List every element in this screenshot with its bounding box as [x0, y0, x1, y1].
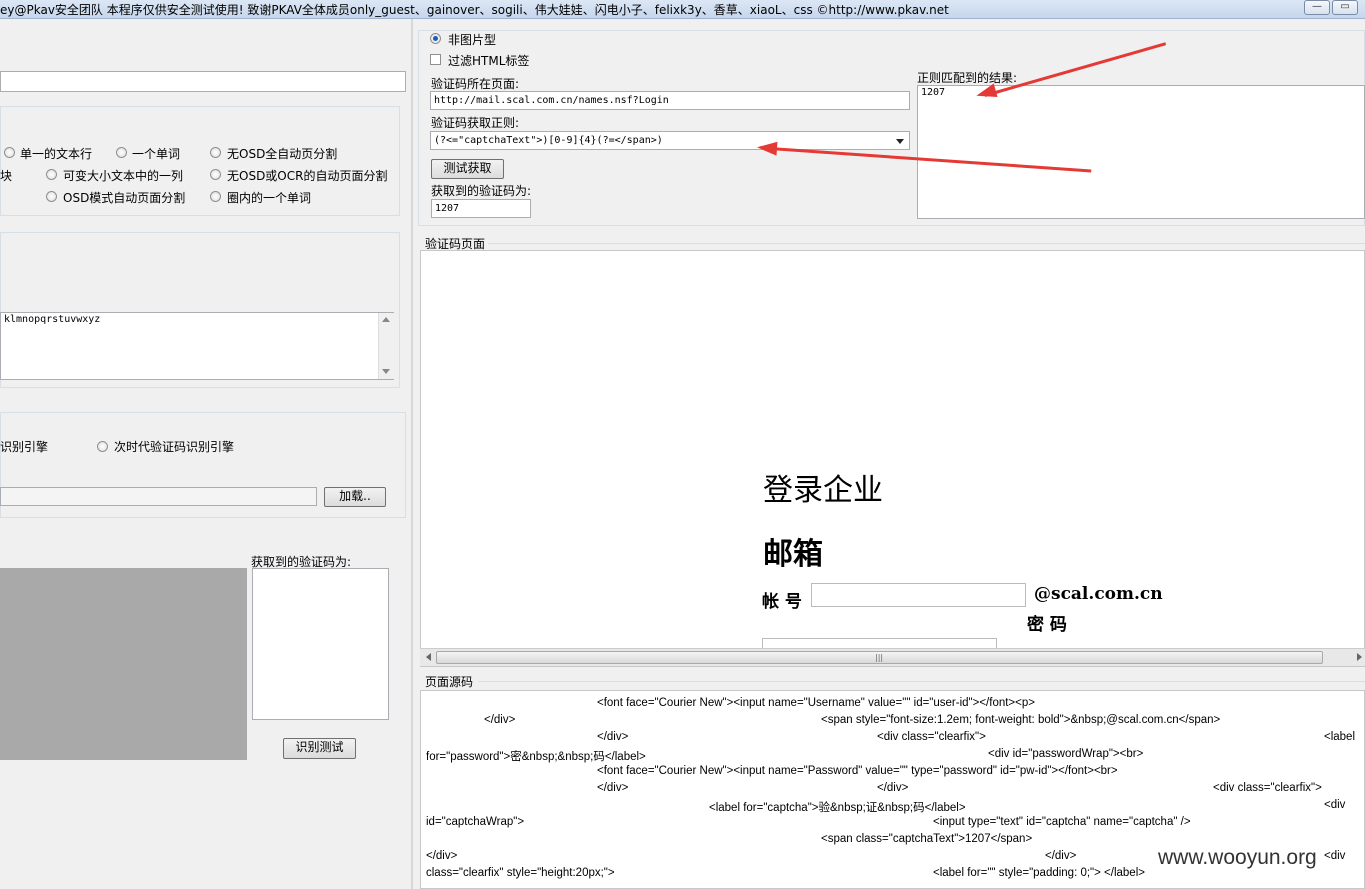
- match-result-label: 正则匹配到的结果:: [917, 71, 1018, 85]
- radio-column[interactable]: [46, 169, 57, 180]
- minimize-button[interactable]: —: [1304, 0, 1330, 15]
- radio-label: 一个单词: [132, 147, 181, 161]
- charset-text: klmnopqrstuvwxyz: [4, 314, 101, 325]
- regex-value: (?<="captchaText">)[0-9]{4}(?=</span>): [434, 135, 663, 146]
- source-line: <input type="text" id="captcha" name="ca…: [933, 816, 1191, 828]
- non-image-label: 非图片型: [448, 33, 497, 47]
- chevron-down-icon[interactable]: [896, 139, 904, 144]
- left-top-input[interactable]: [0, 71, 406, 92]
- radio-label: 块: [0, 169, 13, 183]
- mailbox-heading: 邮箱: [763, 537, 823, 572]
- source-line: </div>: [426, 850, 458, 862]
- source-line: for="password">密&nbsp;&nbsp;码</label>: [426, 751, 646, 763]
- section-rule: [478, 681, 1365, 682]
- radio-label: 无OSD全自动页分割: [227, 147, 338, 161]
- maximize-button[interactable]: ▭: [1332, 0, 1358, 15]
- page-url-label: 验证码所在页面:: [431, 77, 520, 91]
- radio-label: 圈内的一个单词: [227, 191, 312, 205]
- match-result-textarea[interactable]: 1207: [917, 85, 1365, 219]
- account-label: 帐 号: [762, 592, 802, 612]
- radio-single-line[interactable]: [4, 147, 15, 158]
- login-heading: 登录企业: [763, 473, 883, 508]
- test-fetch-button[interactable]: 测试获取: [431, 159, 504, 179]
- source-line: </div>: [877, 782, 909, 794]
- page-url-input[interactable]: http://mail.scal.com.cn/names.nsf?Login: [430, 91, 910, 110]
- window-title: ey@Pkav安全团队 本程序仅供安全测试使用! 致谢PKAV全体成员only_…: [0, 3, 949, 17]
- source-line: <font face="Courier New"><input name="Us…: [597, 697, 1035, 709]
- radio-circled-word[interactable]: [210, 191, 221, 202]
- engine-path-input[interactable]: [0, 487, 317, 506]
- regex-combobox[interactable]: (?<="captchaText">)[0-9]{4}(?=</span>): [430, 131, 910, 150]
- radio-label: 无OSD或OCR的自动页面分割: [227, 169, 388, 183]
- section-rule: [488, 243, 1365, 244]
- radio-label: 单一的文本行: [20, 147, 93, 161]
- source-line: <label for="captcha">验&nbsp;证&nbsp;码</la…: [709, 802, 966, 814]
- watermark: www.wooyun.org: [1158, 846, 1317, 869]
- captcha-page-browser[interactable]: 登录企业 邮箱 帐 号 @scal.com.cn 密 码 验 证 码: [420, 250, 1365, 667]
- radio-single-word[interactable]: [116, 147, 127, 158]
- non-image-radio[interactable]: [430, 33, 441, 44]
- scroll-right-icon[interactable]: [1357, 653, 1362, 661]
- recognize-test-button[interactable]: 识别测试: [283, 738, 356, 759]
- source-line: <font face="Courier New"><input name="Pa…: [597, 765, 1118, 777]
- splitter[interactable]: [411, 19, 413, 889]
- account-input[interactable]: [811, 583, 1026, 607]
- engine-label: 识别引擎: [0, 440, 49, 454]
- radio-label: OSD模式自动页面分割: [63, 191, 186, 205]
- source-line: <label: [1324, 731, 1356, 743]
- filter-html-label: 过滤HTML标签: [448, 54, 530, 68]
- captcha-preview: [0, 568, 247, 760]
- match-result-value: 1207: [921, 87, 946, 98]
- source-line: <div class="clearfix">: [877, 731, 986, 743]
- source-line: <div class="clearfix">: [1213, 782, 1322, 794]
- source-line: <label for="" style="padding: 0;"> </lab…: [933, 867, 1145, 879]
- source-line: <span style="font-size:1.2em; font-weigh…: [821, 714, 1221, 726]
- filter-html-checkbox[interactable]: [430, 54, 441, 65]
- source-section-label: 页面源码: [425, 675, 474, 689]
- source-line: <div id="passwordWrap"><br>: [988, 748, 1144, 760]
- charset-scrollbar[interactable]: [378, 313, 394, 379]
- scroll-left-icon[interactable]: [426, 653, 431, 661]
- source-line: <span class="captchaText">1207</span>: [821, 833, 1033, 845]
- source-line: id="captchaWrap">: [426, 816, 525, 828]
- recognized-textarea[interactable]: [252, 568, 389, 720]
- title-bar: ey@Pkav安全团队 本程序仅供安全测试使用! 致谢PKAV全体成员only_…: [0, 0, 1365, 19]
- source-line: </div>: [597, 782, 629, 794]
- scroll-up-icon[interactable]: [382, 317, 390, 322]
- radio-next-gen-engine[interactable]: [97, 441, 108, 452]
- radio-label: 可变大小文本中的一列: [63, 169, 184, 183]
- horizontal-scrollbar[interactable]: |||: [420, 648, 1365, 666]
- load-button[interactable]: 加载..: [324, 487, 386, 507]
- regex-label: 验证码获取正则:: [431, 116, 520, 130]
- scroll-thumb[interactable]: |||: [436, 651, 1323, 664]
- source-line: <div: [1324, 799, 1346, 811]
- source-line: class="clearfix" style="height:20px;">: [426, 867, 615, 879]
- scroll-down-icon[interactable]: [382, 369, 390, 374]
- grip-icon: |||: [875, 653, 884, 662]
- radio-no-osd-ocr[interactable]: [210, 169, 221, 180]
- source-line: <div: [1324, 850, 1346, 862]
- password-label: 密 码: [1027, 615, 1067, 635]
- domain-suffix: @scal.com.cn: [1034, 584, 1163, 604]
- radio-no-osd-auto[interactable]: [210, 147, 221, 158]
- radio-label: 次时代验证码识别引擎: [114, 440, 235, 454]
- radio-osd-auto[interactable]: [46, 191, 57, 202]
- source-line: </div>: [597, 731, 629, 743]
- captcha-result-label: 获取到的验证码为:: [431, 184, 532, 198]
- arrow-head-icon: [756, 140, 778, 156]
- captcha-result-input[interactable]: 1207: [431, 199, 531, 218]
- charset-textarea[interactable]: klmnopqrstuvwxyz: [0, 312, 394, 380]
- source-line: </div>: [1045, 850, 1077, 862]
- source-line: </div>: [484, 714, 516, 726]
